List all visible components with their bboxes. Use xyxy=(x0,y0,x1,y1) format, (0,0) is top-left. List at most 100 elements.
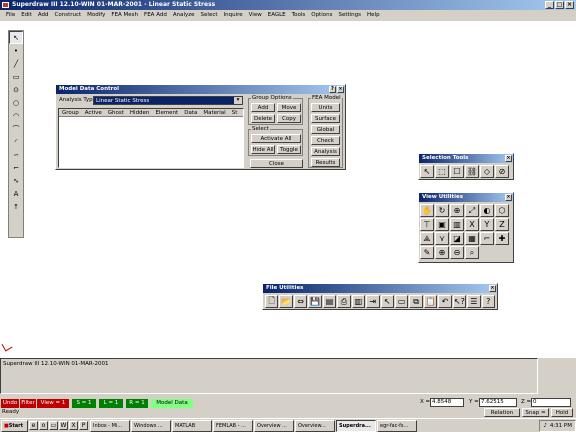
column-header[interactable]: Data xyxy=(181,109,200,116)
select-window-icon[interactable]: ⬚ xyxy=(435,165,449,178)
z-coordinate-field[interactable]: 0 xyxy=(531,398,571,407)
column-header[interactable]: Group xyxy=(59,109,82,116)
snap-button[interactable]: Snap = N xyxy=(522,408,549,424)
fillet-icon[interactable]: ⌐ xyxy=(9,161,23,174)
file-utilities-close-icon[interactable]: × xyxy=(489,285,496,292)
view-x-icon[interactable]: X xyxy=(465,218,479,231)
menu-file[interactable]: File xyxy=(3,12,18,18)
shade-icon[interactable]: ◐ xyxy=(480,204,494,217)
start-button[interactable]: ■Start xyxy=(1,419,28,432)
undo-indicator[interactable]: Undo xyxy=(1,399,19,408)
analysis-type-select[interactable]: Linear Static Stress ▾ xyxy=(93,96,243,105)
help-button[interactable]: ? xyxy=(329,86,336,93)
menu-inquire[interactable]: Inquire xyxy=(221,12,246,18)
menu-analyze[interactable]: Analyze xyxy=(170,12,198,18)
delete-button[interactable]: Delete xyxy=(251,114,275,123)
export-icon[interactable]: ⇥ xyxy=(366,295,380,308)
help-pointer-icon[interactable]: ↖? xyxy=(452,295,467,308)
select-entity-icon[interactable]: ◇ xyxy=(480,165,494,178)
close-dialog-button[interactable]: Close xyxy=(250,159,303,168)
menu-fea-add[interactable]: FEA Add xyxy=(141,12,170,18)
menu-select[interactable]: Select xyxy=(198,12,221,18)
view-iso-icon[interactable]: ⟁ xyxy=(420,232,434,245)
column-header[interactable]: Ghost xyxy=(105,109,127,116)
column-header[interactable]: Active xyxy=(82,109,105,116)
minimize-button[interactable]: _ xyxy=(545,1,554,9)
open-file-icon[interactable]: 📂 xyxy=(279,295,293,308)
menu-help[interactable]: Help xyxy=(364,12,383,18)
r-indicator[interactable]: R = 1 xyxy=(126,399,148,408)
circle-center-icon[interactable]: ⊙ xyxy=(9,83,23,96)
view-front-icon[interactable]: ▣ xyxy=(435,218,449,231)
column-header[interactable]: Material xyxy=(200,109,228,116)
column-header[interactable]: Element xyxy=(152,109,181,116)
chevron-down-icon[interactable]: ▾ xyxy=(234,97,242,104)
taskbar-button[interactable]: Overview... xyxy=(295,419,335,432)
menu-eagle[interactable]: EAGLE xyxy=(265,12,289,18)
help-icon[interactable]: ? xyxy=(481,295,495,308)
arc-icon[interactable]: ◠ xyxy=(9,109,23,122)
column-header[interactable]: Hidden xyxy=(127,109,153,116)
ie-icon[interactable]: e xyxy=(29,421,38,430)
groups-table[interactable]: Group Active Ghost Hidden Element Data Materia… xyxy=(58,108,244,168)
toggle-button[interactable]: Toggle xyxy=(277,145,301,154)
model-data-indicator[interactable]: Model Data xyxy=(151,399,193,408)
menu-fea-mesh[interactable]: FEA Mesh xyxy=(108,12,141,18)
save-as-icon[interactable]: ▤ xyxy=(322,295,337,308)
s-indicator[interactable]: S = 1 xyxy=(72,399,96,408)
units-button[interactable]: Units xyxy=(311,103,340,112)
view-top-icon[interactable]: ⊤ xyxy=(420,218,434,231)
taskbar-button[interactable]: MATLAB xyxy=(172,419,212,432)
select-group-icon[interactable]: ☐ xyxy=(450,165,464,178)
spline-icon[interactable]: ∽ xyxy=(9,148,23,161)
y-coordinate-field[interactable]: 7.62515 xyxy=(479,398,517,407)
merge-icon[interactable]: ⇔ xyxy=(293,295,308,308)
add-button[interactable]: Add xyxy=(251,103,275,112)
save-icon[interactable]: 💾 xyxy=(308,295,322,308)
move-button[interactable]: Move xyxy=(277,103,301,112)
taskbar-button[interactable]: FEMLAB - ... xyxy=(213,419,253,432)
global-button[interactable]: Global xyxy=(311,125,340,134)
rectangle-icon[interactable]: ▭ xyxy=(9,70,23,83)
plot-icon[interactable]: ▥ xyxy=(351,295,366,308)
taskbar-button[interactable]: egr-fac-fs... xyxy=(377,419,417,432)
taskbar-button[interactable]: Inbox - Mi... xyxy=(90,419,130,432)
command-console[interactable]: Superdraw III 12.10-WIN 01-MAR-2001 xyxy=(0,358,538,394)
close-button[interactable]: × xyxy=(565,1,574,9)
view-plane-icon[interactable]: ◪ xyxy=(450,232,464,245)
line-icon[interactable]: ╱ xyxy=(9,57,23,70)
taskbar-button[interactable]: Windows ... xyxy=(131,419,171,432)
hold-button[interactable]: Hold xyxy=(551,408,573,417)
pointer-icon[interactable]: ↖ xyxy=(9,31,23,44)
desktop-icon[interactable]: ▭ xyxy=(49,421,58,430)
maximize-button[interactable]: □ xyxy=(555,1,564,9)
arc-tangent-icon[interactable]: ◜ xyxy=(9,135,23,148)
x-coordinate-field[interactable]: 4.8548 xyxy=(430,398,464,407)
menu-edit[interactable]: Edit xyxy=(18,12,35,18)
circle-icon[interactable]: ○ xyxy=(9,96,23,109)
view-axis-icon[interactable]: ⋎ xyxy=(435,232,449,245)
view-3d-icon[interactable]: ⬡ xyxy=(495,204,509,217)
properties-icon[interactable]: ☰ xyxy=(467,295,481,308)
surface-button[interactable]: Surface xyxy=(311,114,340,123)
zoom-all-icon[interactable]: ⌕ xyxy=(465,246,479,259)
deselect-icon[interactable]: ⊘ xyxy=(495,165,509,178)
copy-icon[interactable]: ⧉ xyxy=(409,295,423,308)
hide-all-button[interactable]: Hide All xyxy=(251,145,275,154)
view-z-icon[interactable]: Z xyxy=(495,218,509,231)
select-pointer-icon[interactable]: ↖ xyxy=(420,165,434,178)
outlook-icon[interactable]: o xyxy=(39,421,48,430)
menu-settings[interactable]: Settings xyxy=(335,12,364,18)
undo-icon[interactable]: ↶ xyxy=(438,295,452,308)
pan-icon[interactable]: ✋ xyxy=(420,204,434,217)
relation-button[interactable]: Relation xyxy=(484,408,520,417)
print-icon[interactable]: ⎙ xyxy=(337,295,351,308)
new-file-icon[interactable]: 🗋 xyxy=(265,295,279,308)
menu-options[interactable]: Options xyxy=(308,12,335,18)
excel-icon[interactable]: X xyxy=(69,421,78,430)
zoom-dynamic-icon[interactable]: ⤢ xyxy=(465,204,479,217)
dot-icon[interactable]: • xyxy=(9,44,23,57)
view-side-icon[interactable]: ▥ xyxy=(450,218,464,231)
speaker-icon[interactable]: ♪ xyxy=(543,421,547,431)
analysis-button[interactable]: Analysis xyxy=(311,147,340,156)
